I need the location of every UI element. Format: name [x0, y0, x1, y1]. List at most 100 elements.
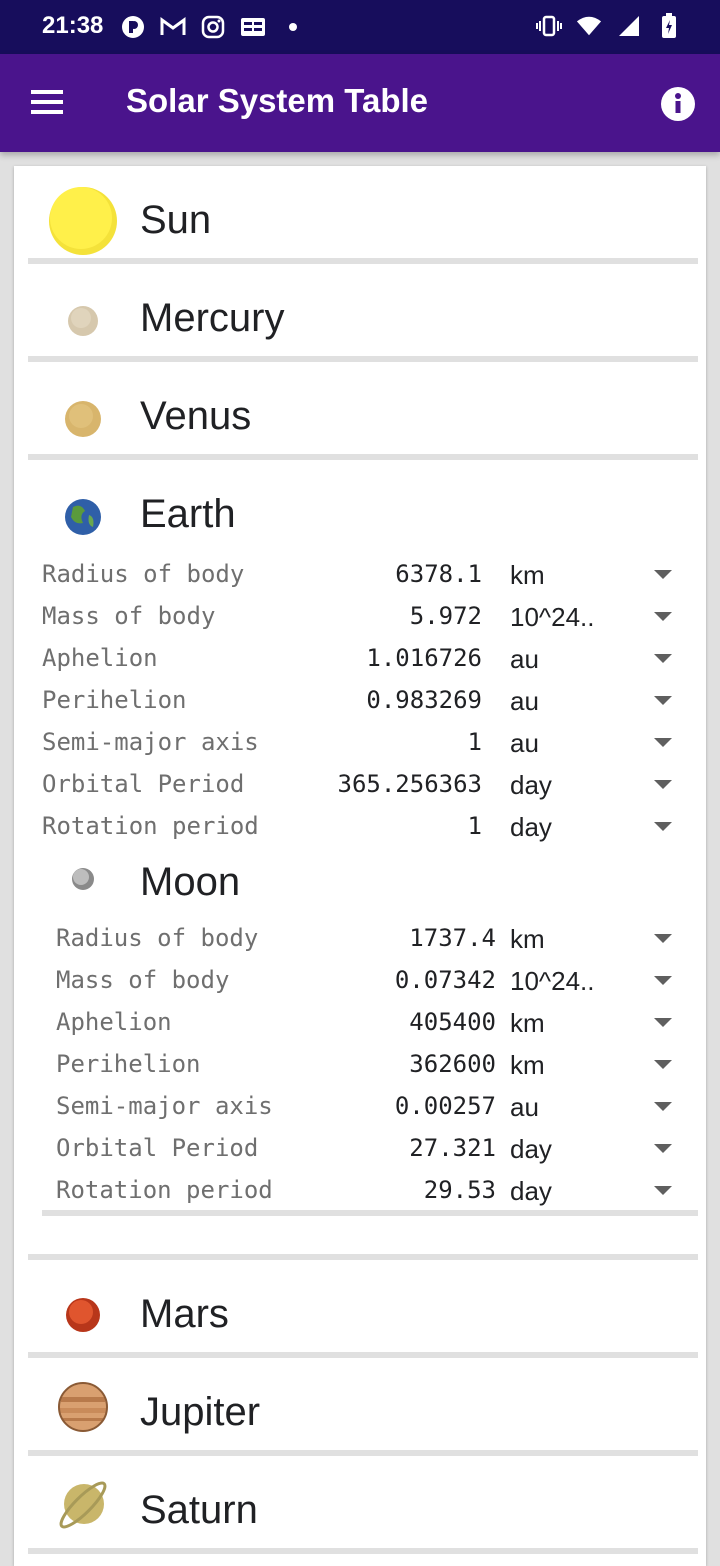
divider [28, 1548, 698, 1554]
property-row: Orbital Period 365.256363 day [42, 766, 682, 808]
property-row: Mass of body 5.972 10^24.. [42, 598, 682, 640]
info-icon[interactable] [660, 86, 696, 122]
chevron-down-icon[interactable] [654, 738, 672, 747]
property-value: 365.256363 [337, 770, 483, 798]
unit-select[interactable]: au [510, 728, 602, 759]
battery-icon [656, 13, 682, 39]
property-row: Radius of body 1737.4 km [56, 920, 682, 962]
body-name: Mars [140, 1292, 229, 1336]
divider [42, 1210, 698, 1216]
satellite-moon[interactable]: Moon Radius of body 1737.4 km Mass of bo… [42, 840, 698, 1240]
property-label: Perihelion [42, 686, 187, 714]
signal-icon [616, 13, 642, 39]
chevron-down-icon[interactable] [654, 934, 672, 943]
unit-select[interactable]: au [510, 1092, 602, 1123]
wifi-icon [576, 13, 602, 39]
chevron-down-icon[interactable] [654, 1060, 672, 1069]
unit-select[interactable]: day [510, 1176, 602, 1207]
instagram-icon [200, 14, 226, 40]
list-item-earth[interactable]: Earth Radius of body 6378.1 km Mass of b… [28, 460, 698, 1260]
unit-select[interactable]: km [510, 560, 602, 591]
property-label: Perihelion [56, 1050, 201, 1078]
property-label: Orbital Period [42, 770, 245, 798]
body-name: Earth [140, 492, 236, 536]
list-item-venus[interactable]: Venus [28, 362, 698, 460]
property-label: Aphelion [42, 644, 158, 672]
property-label: Aphelion [56, 1008, 172, 1036]
solar-system-list: Sun Mercury Venus Earth Radius of body 6… [14, 166, 706, 1566]
unit-select[interactable]: au [510, 686, 602, 717]
unit-select[interactable]: km [510, 1008, 602, 1039]
body-name: Mercury [140, 296, 285, 340]
property-label: Mass of body [56, 966, 230, 994]
app-bar: Solar System Table [0, 54, 720, 152]
sun-icon [48, 186, 118, 256]
list-item-mercury[interactable]: Mercury [28, 264, 698, 362]
property-row: Mass of body 0.07342 10^24.. [56, 962, 682, 1004]
status-system-icons [536, 13, 682, 39]
saturn-icon [48, 1470, 118, 1540]
chevron-down-icon[interactable] [654, 654, 672, 663]
chevron-down-icon[interactable] [654, 1102, 672, 1111]
gmail-icon [160, 14, 186, 40]
news-icon [240, 14, 266, 40]
property-label: Rotation period [56, 1176, 273, 1204]
body-name: Saturn [140, 1488, 258, 1532]
jupiter-icon [48, 1372, 118, 1442]
property-row: Aphelion 405400 km [56, 1004, 682, 1046]
list-item-sun[interactable]: Sun [28, 166, 698, 264]
property-value: 27.321 [409, 1134, 496, 1162]
unit-select[interactable]: 10^24.. [510, 602, 602, 633]
property-value: 362600 [409, 1050, 496, 1078]
property-label: Semi-major axis [56, 1092, 273, 1120]
mercury-icon [48, 286, 118, 356]
chevron-down-icon[interactable] [654, 976, 672, 985]
chevron-down-icon[interactable] [654, 1144, 672, 1153]
property-row: Perihelion 0.983269 au [42, 682, 682, 724]
unit-select[interactable]: day [510, 812, 602, 843]
unit-select[interactable]: au [510, 644, 602, 675]
list-item-saturn[interactable]: Saturn [28, 1456, 698, 1554]
status-time: 21:38 [42, 12, 104, 39]
property-label: Rotation period [42, 812, 259, 840]
unit-select[interactable]: 10^24.. [510, 966, 602, 997]
status-bar: 21:38 [0, 0, 720, 54]
property-value: 0.983269 [366, 686, 482, 714]
property-value: 0.07342 [394, 966, 496, 994]
menu-icon[interactable] [28, 84, 70, 122]
unit-select[interactable]: km [510, 924, 602, 955]
chevron-down-icon[interactable] [654, 780, 672, 789]
property-row: Aphelion 1.016726 au [42, 640, 682, 682]
unit-select[interactable]: day [510, 770, 602, 801]
chevron-down-icon[interactable] [654, 612, 672, 621]
property-row: Perihelion 362600 km [56, 1046, 682, 1088]
property-label: Orbital Period [56, 1134, 259, 1162]
property-label: Mass of body [42, 602, 216, 630]
property-value: 1737.4 [409, 924, 496, 952]
app-title: Solar System Table [126, 82, 429, 119]
chevron-down-icon[interactable] [654, 570, 672, 579]
chevron-down-icon[interactable] [654, 1018, 672, 1027]
body-name: Jupiter [140, 1390, 261, 1434]
property-value: 1 [467, 728, 482, 756]
chevron-down-icon[interactable] [654, 696, 672, 705]
property-value: 1.016726 [366, 644, 482, 672]
property-label: Semi-major axis [42, 728, 259, 756]
property-value: 0.00257 [394, 1092, 496, 1120]
unit-select[interactable]: day [510, 1134, 602, 1165]
status-notification-icons [120, 14, 306, 40]
mars-icon [48, 1280, 118, 1350]
list-item-jupiter[interactable]: Jupiter [28, 1358, 698, 1456]
chevron-down-icon[interactable] [654, 1186, 672, 1195]
list-item-mars[interactable]: Mars [28, 1260, 698, 1358]
property-label: Radius of body [42, 560, 245, 588]
property-value: 29.53 [423, 1176, 496, 1204]
chevron-down-icon[interactable] [654, 822, 672, 831]
earth-icon [48, 482, 118, 552]
unit-select[interactable]: km [510, 1050, 602, 1081]
property-row: Orbital Period 27.321 day [56, 1130, 682, 1172]
property-row: Rotation period 29.53 day [56, 1172, 682, 1214]
property-row: Radius of body 6378.1 km [42, 556, 682, 598]
moon-icon [56, 852, 110, 906]
body-name: Sun [140, 198, 212, 242]
